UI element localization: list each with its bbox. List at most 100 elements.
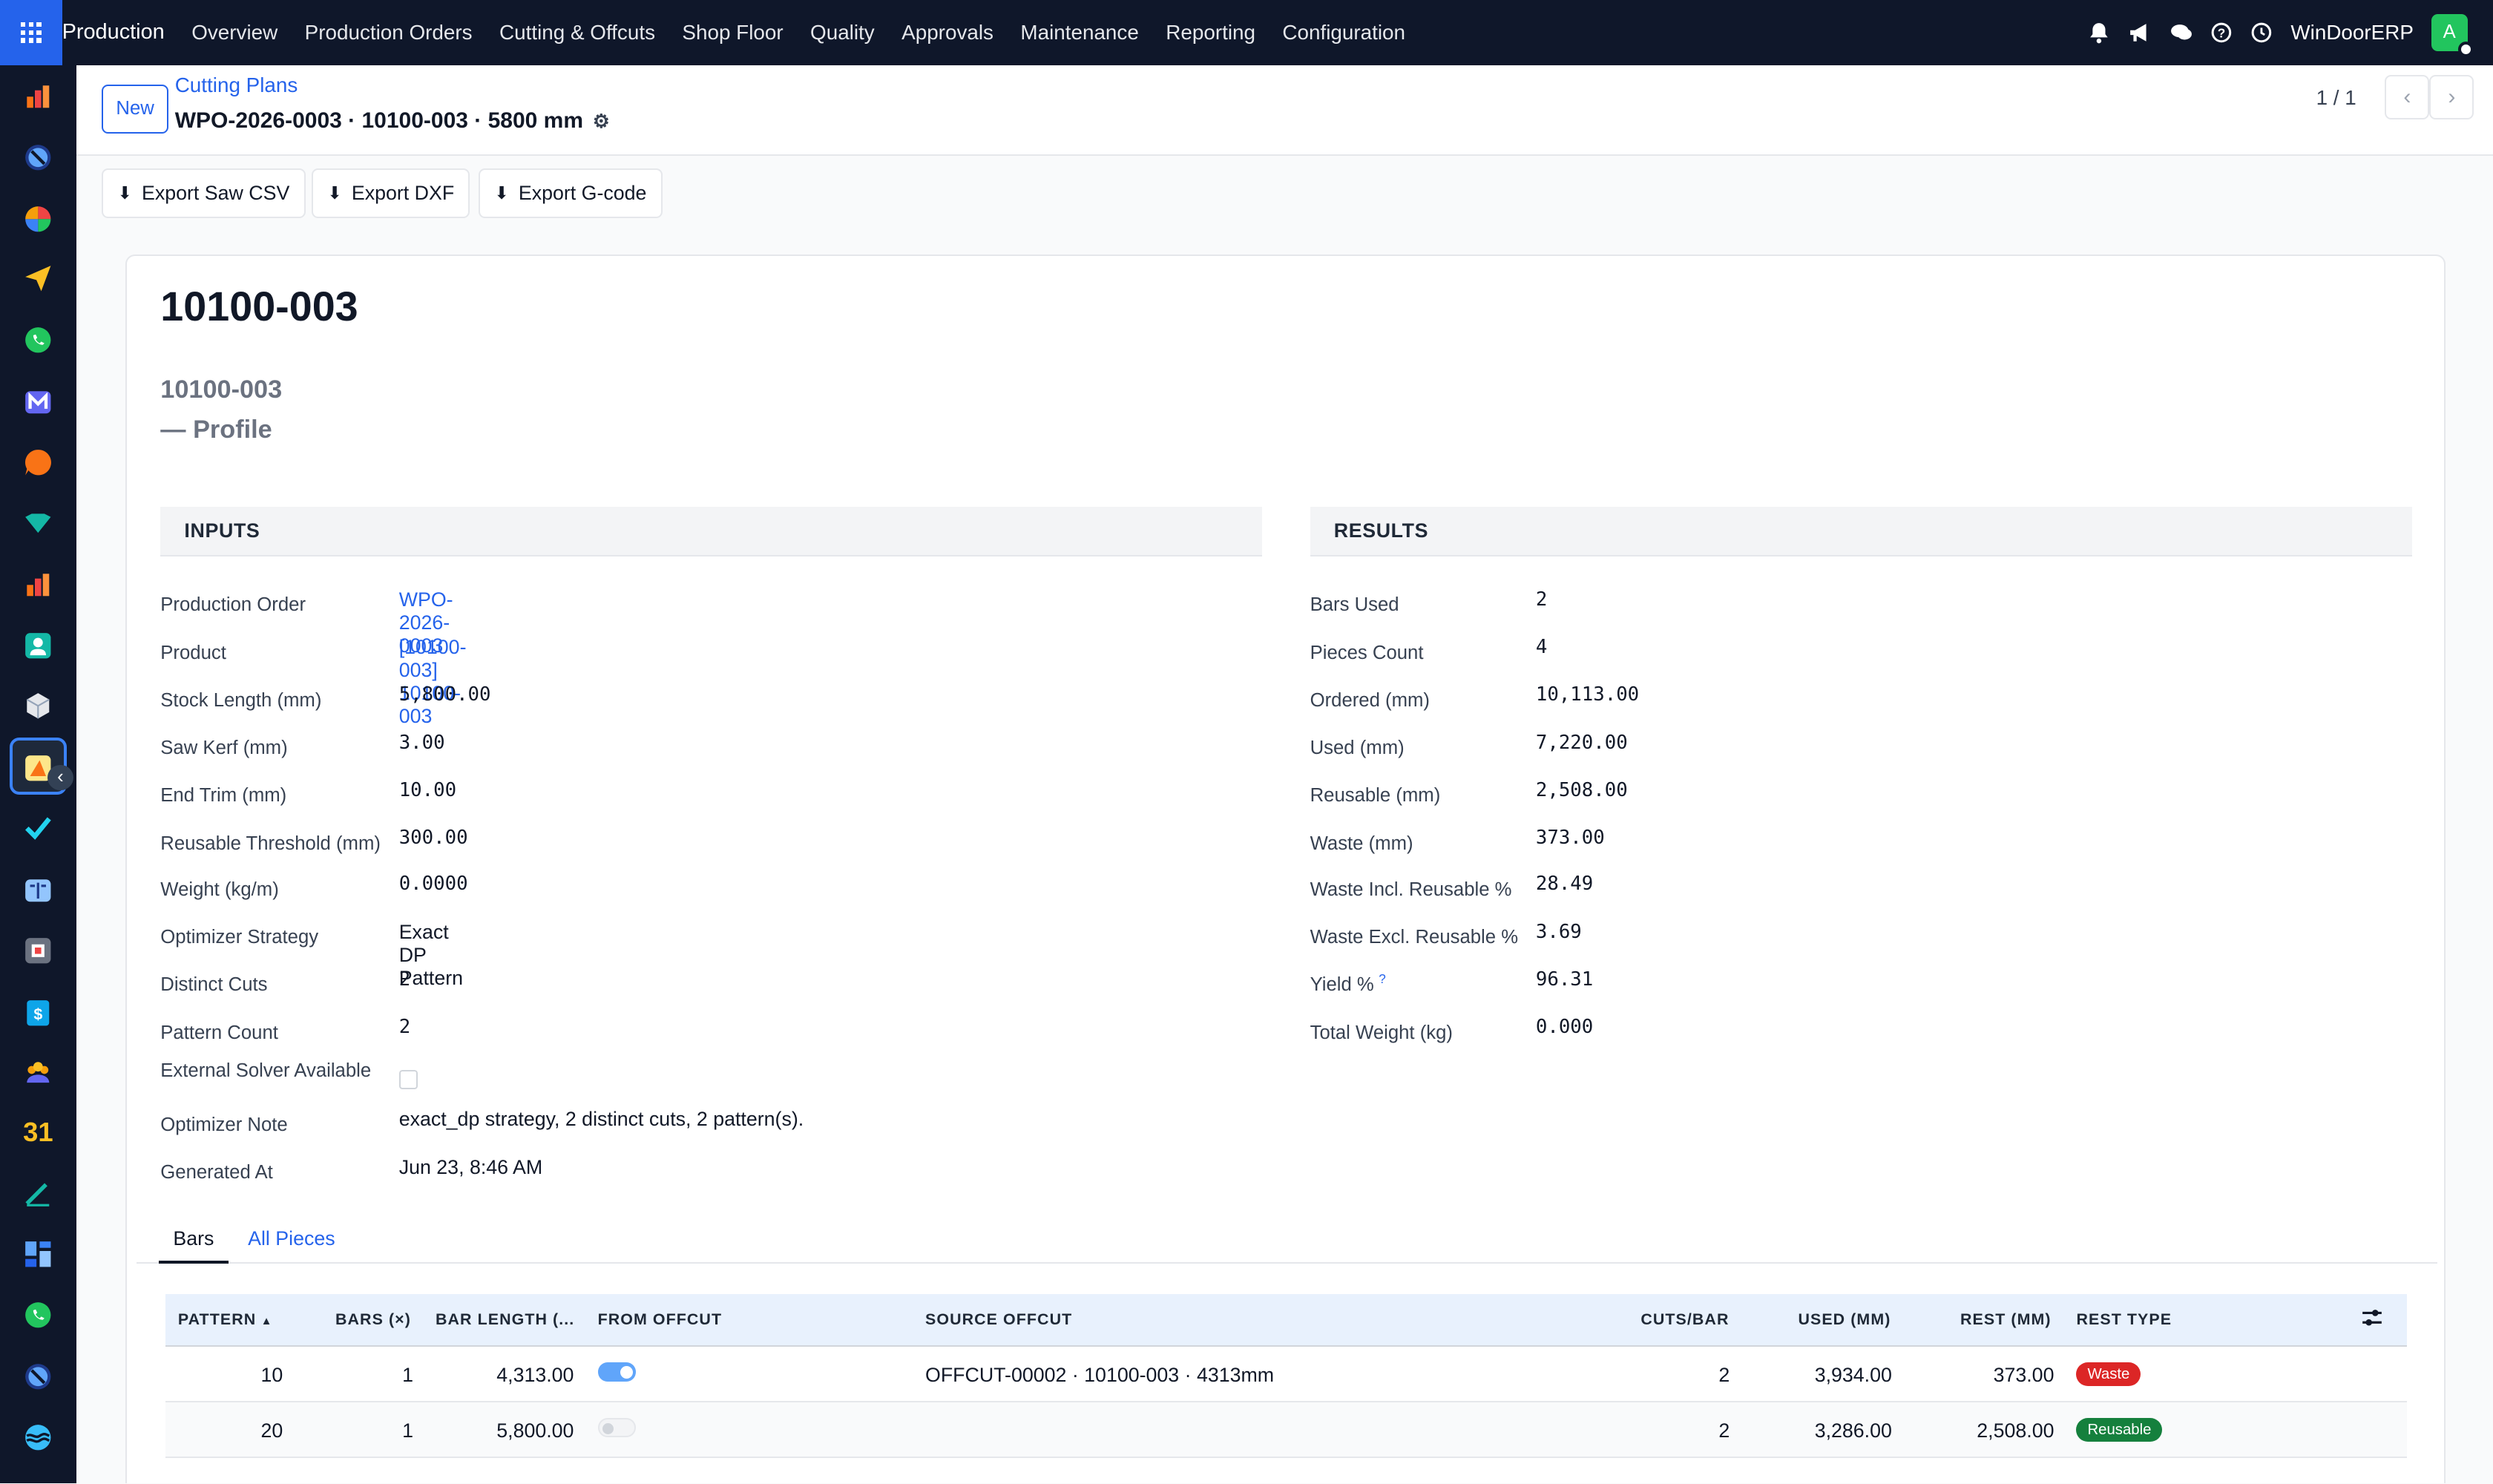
saw-kerf-value[interactable]: 3.00 bbox=[399, 722, 445, 754]
production-order-label: Production Order bbox=[160, 594, 306, 616]
sidebar-people-icon[interactable] bbox=[22, 1057, 54, 1089]
export-gcode-button[interactable]: ⬇ Export G-code bbox=[478, 168, 663, 218]
waste-excl-label: Waste Excl. Reusable % bbox=[1310, 927, 1519, 948]
column-settings-icon[interactable] bbox=[2361, 1308, 2383, 1332]
col-from-offcut[interactable]: FROM OFFCUT bbox=[598, 1310, 723, 1329]
sidebar-mail-icon[interactable] bbox=[22, 387, 54, 418]
reusable-threshold-value[interactable]: 300.00 bbox=[399, 817, 468, 849]
bell-icon[interactable] bbox=[2089, 22, 2109, 44]
waste-value: 373.00 bbox=[1535, 827, 1605, 850]
sidebar-package-icon[interactable] bbox=[22, 935, 54, 967]
sidebar-chat-bubble-icon[interactable] bbox=[22, 447, 54, 479]
sidebar-sign-icon[interactable] bbox=[22, 1178, 54, 1210]
sidebar-book-icon[interactable] bbox=[22, 875, 54, 907]
chat-icon[interactable] bbox=[2170, 23, 2193, 42]
app-menu-button[interactable] bbox=[0, 0, 62, 65]
help-tooltip-icon[interactable]: ? bbox=[1379, 959, 1386, 987]
col-source-offcut[interactable]: SOURCE OFFCUT bbox=[925, 1310, 1072, 1329]
optimizer-note-value[interactable]: exact_dp strategy, 2 distinct cuts, 2 pa… bbox=[399, 1099, 804, 1132]
sidebar-invoice-icon[interactable]: $ bbox=[22, 997, 54, 1029]
from-offcut-toggle[interactable] bbox=[597, 1418, 636, 1437]
table-row[interactable]: 20 1 5,800.00 2 3,286.00 2,508.00 Reusab… bbox=[165, 1402, 2408, 1458]
col-pattern-label: PATTERN bbox=[177, 1310, 257, 1329]
sidebar-check-icon[interactable] bbox=[22, 812, 54, 844]
breadcrumb-cutting-plans[interactable]: Cutting Plans bbox=[175, 73, 298, 97]
clock-icon[interactable] bbox=[2251, 22, 2272, 43]
field-generated-at: Generated At Jun 23, 8:46 AM bbox=[160, 1146, 542, 1194]
cell-source-offcut: OFFCUT-00002 · 10100-003 · 4313mm bbox=[925, 1364, 1275, 1387]
sidebar-compass-icon[interactable] bbox=[22, 142, 54, 174]
sidebar-calendar-icon[interactable]: 31 bbox=[22, 1116, 54, 1148]
sidebar-dashboards-icon[interactable] bbox=[22, 81, 54, 113]
menu-reporting[interactable]: Reporting bbox=[1166, 21, 1255, 45]
sidebar-pie-icon[interactable] bbox=[22, 203, 54, 235]
menu-cutting-offcuts[interactable]: Cutting & Offcuts bbox=[499, 21, 655, 45]
sidebar-whatsapp-icon[interactable] bbox=[22, 1299, 54, 1331]
help-icon[interactable]: ? bbox=[2211, 22, 2232, 43]
sidebar-collapse-button[interactable]: ‹ bbox=[47, 764, 73, 790]
end-trim-value[interactable]: 10.00 bbox=[399, 769, 456, 801]
field-end-trim: End Trim (mm) 10.00 bbox=[160, 769, 456, 817]
export-saw-csv-button[interactable]: ⬇ Export Saw CSV bbox=[102, 168, 306, 218]
cell-cuts: 2 bbox=[1718, 1419, 1730, 1442]
tab-all-pieces[interactable]: All Pieces bbox=[248, 1227, 335, 1264]
waste-incl-value: 28.49 bbox=[1535, 873, 1594, 896]
sidebar-apps-icon[interactable] bbox=[22, 1238, 54, 1270]
app-brand[interactable]: Production bbox=[62, 20, 165, 45]
menu-quality[interactable]: Quality bbox=[810, 21, 875, 45]
total-weight-label: Total Weight (kg) bbox=[1310, 1022, 1453, 1043]
pattern-count-label: Pattern Count bbox=[160, 1022, 278, 1043]
col-rest-type[interactable]: REST TYPE bbox=[2076, 1310, 2172, 1329]
menu-shop-floor[interactable]: Shop Floor bbox=[682, 21, 783, 45]
pieces-count-value: 4 bbox=[1535, 635, 1548, 658]
sidebar-box-icon[interactable] bbox=[22, 690, 54, 722]
cell-used: 3,286.00 bbox=[1814, 1419, 1892, 1442]
field-waste-excl: Waste Excl. Reusable % 3.69 bbox=[1310, 911, 1787, 959]
record-title: 10100-003 bbox=[160, 283, 358, 330]
pager-next-button[interactable]: › bbox=[2429, 74, 2474, 119]
sidebar-wave-icon[interactable] bbox=[22, 1422, 54, 1454]
weight-value[interactable]: 0.0000 bbox=[399, 863, 468, 895]
sidebar-paper-plane-icon[interactable] bbox=[22, 263, 54, 295]
field-yield: Yield %? 96.31 bbox=[1310, 959, 1594, 1006]
pager-previous-button[interactable]: ‹ bbox=[2385, 74, 2430, 119]
gear-icon[interactable]: ⚙ bbox=[593, 111, 610, 132]
col-rest[interactable]: REST (MM) bbox=[1960, 1310, 2052, 1329]
action-bar: ⬇ Export Saw CSV ⬇ Export DXF ⬇ Export G-co… bbox=[76, 156, 2493, 228]
company-switcher[interactable]: WinDoorERP bbox=[2290, 21, 2414, 45]
menu-approvals[interactable]: Approvals bbox=[901, 21, 993, 45]
col-used[interactable]: USED (MM) bbox=[1798, 1310, 1891, 1329]
total-weight-value: 0.000 bbox=[1535, 1016, 1594, 1039]
cell-bars: 1 bbox=[402, 1419, 413, 1442]
new-button[interactable]: New bbox=[102, 84, 169, 134]
col-cuts-bar[interactable]: CUTS/BAR bbox=[1640, 1310, 1729, 1329]
tab-bars[interactable]: Bars bbox=[159, 1227, 229, 1264]
user-avatar[interactable]: A bbox=[2431, 14, 2474, 58]
table-header: PATTERN ▲ BARS (×) BAR LENGTH (... FROM O… bbox=[165, 1294, 2408, 1347]
export-dxf-button[interactable]: ⬇ Export DXF bbox=[311, 168, 470, 218]
stock-length-value[interactable]: 5,800.00 bbox=[399, 674, 491, 706]
sidebar-dashboards-icon[interactable] bbox=[22, 569, 54, 601]
col-pattern[interactable]: PATTERN ▲ bbox=[178, 1310, 273, 1329]
cell-rest: 2,508.00 bbox=[1977, 1419, 2054, 1442]
sidebar-contact-icon[interactable] bbox=[22, 630, 54, 662]
stock-length-label: Stock Length (mm) bbox=[160, 689, 322, 711]
chevron-left-icon: ‹ bbox=[2403, 84, 2411, 109]
field-reusable: Reusable (mm) 2,508.00 bbox=[1310, 769, 1628, 817]
external-solver-checkbox[interactable] bbox=[398, 1070, 418, 1089]
cell-bar-length: 4,313.00 bbox=[496, 1364, 574, 1387]
col-bars[interactable]: BARS (×) bbox=[335, 1310, 411, 1329]
from-offcut-toggle[interactable] bbox=[597, 1362, 636, 1382]
menu-configuration[interactable]: Configuration bbox=[1282, 21, 1405, 45]
sidebar-compass-icon[interactable] bbox=[22, 1361, 54, 1393]
record-subtitle: 10100-003 — Profile bbox=[160, 370, 282, 450]
megaphone-icon[interactable] bbox=[2129, 22, 2151, 43]
col-bar-length[interactable]: BAR LENGTH (... bbox=[436, 1310, 574, 1329]
sidebar-whatsapp-icon[interactable] bbox=[22, 324, 54, 356]
menu-production-orders[interactable]: Production Orders bbox=[305, 21, 473, 45]
bars-used-value: 2 bbox=[1535, 588, 1548, 611]
menu-overview[interactable]: Overview bbox=[191, 21, 277, 45]
table-row[interactable]: 10 1 4,313.00 OFFCUT-00002 · 10100-003 ·… bbox=[165, 1347, 2408, 1402]
sidebar-cube-icon[interactable] bbox=[22, 508, 54, 539]
menu-maintenance[interactable]: Maintenance bbox=[1020, 21, 1138, 45]
